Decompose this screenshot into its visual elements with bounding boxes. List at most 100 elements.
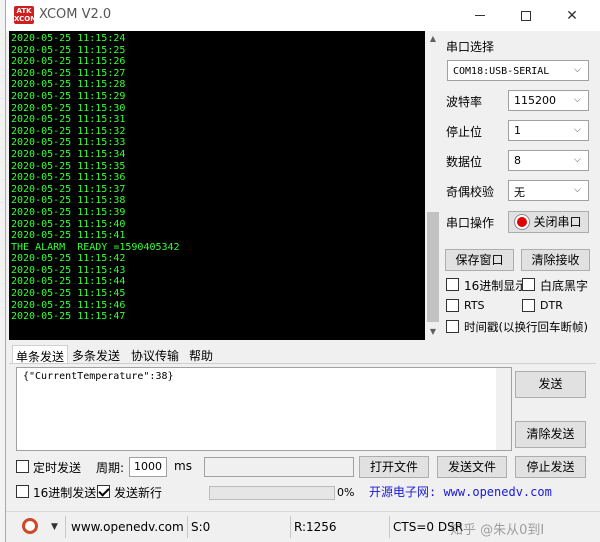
scroll-down-icon[interactable]: ▼	[425, 324, 441, 340]
send-button[interactable]: 发送	[515, 371, 586, 398]
receive-line: 2020-05-25 11:15:32	[11, 125, 126, 137]
stop-send-button[interactable]: 停止发送	[515, 456, 586, 478]
receive-line: 2020-05-25 11:15:46	[11, 299, 126, 311]
status-url[interactable]: www.openedv.com	[71, 516, 184, 538]
chevron-down-icon: ⌵	[574, 185, 581, 195]
close-port-button[interactable]: 关闭串口	[508, 211, 589, 233]
receive-line: 2020-05-25 11:15:42	[11, 253, 126, 265]
receive-line: 2020-05-25 11:15:35	[11, 160, 126, 172]
tab-help[interactable]: 帮助	[186, 345, 226, 364]
status-bar: ▼ www.openedv.com S:0 R:1256 CTS=0 DSR 知…	[6, 511, 600, 542]
hex-send-label: 16进制发送	[33, 486, 97, 500]
rts-checkbox[interactable]	[446, 299, 459, 312]
send-file-button[interactable]: 发送文件	[437, 456, 507, 478]
timestamp-checkbox[interactable]	[446, 320, 459, 333]
hex-send-checkbox[interactable]	[16, 485, 29, 498]
logo-line-1: ATK	[16, 7, 32, 15]
white-background-checkbox[interactable]	[522, 278, 535, 291]
white-background-label: 白底黑字	[540, 279, 589, 293]
tab-single-send[interactable]: 单条发送	[12, 345, 68, 364]
maximize-icon	[521, 10, 531, 21]
status-received-count: R:1256	[294, 520, 337, 534]
data-bits-value: 8	[514, 154, 521, 167]
baud-label: 波特率	[446, 95, 483, 109]
period-unit: ms	[174, 459, 192, 473]
port-select-label: 串口选择	[446, 40, 495, 54]
receive-line: 2020-05-25 11:15:40	[11, 218, 126, 230]
receive-line: 2020-05-25 11:15:29	[11, 90, 126, 102]
clear-receive-button[interactable]: 清除接收	[521, 249, 590, 271]
maximize-button[interactable]	[503, 0, 549, 31]
period-label: 周期:	[96, 461, 125, 475]
receive-line: 2020-05-25 11:15:25	[11, 44, 126, 56]
baud-value: 115200	[514, 94, 556, 107]
clear-send-button[interactable]: 清除发送	[515, 421, 586, 448]
progress-percent: 0%	[337, 486, 355, 499]
receive-line: 2020-05-25 11:15:38	[11, 195, 126, 207]
scroll-thumb[interactable]	[427, 212, 439, 322]
tab-protocol[interactable]: 协议传输	[128, 345, 184, 364]
send-progress-bar	[209, 486, 335, 500]
status-separator	[187, 516, 188, 538]
status-separator	[389, 516, 390, 538]
hex-display-checkbox[interactable]	[446, 278, 459, 291]
receive-area[interactable]: 2020-05-25 11:15:24 2020-05-25 11:15:25 20…	[9, 31, 425, 340]
dropdown-arrow-icon[interactable]: ▼	[51, 516, 58, 538]
parity-label: 奇偶校验	[446, 185, 495, 199]
send-newline-checkbox[interactable]	[97, 485, 110, 498]
file-path-field[interactable]	[204, 457, 354, 477]
xcom-window: ATK XCOM XCOM V2.0 ✕ 2020-05-25 11:15:24…	[5, 0, 600, 542]
brand-link[interactable]: 开源电子网: www.openedv.com	[369, 483, 552, 500]
chevron-down-icon: ⌵	[574, 125, 581, 135]
port-status-icon	[515, 215, 529, 229]
logo-line-2: XCOM	[14, 15, 38, 23]
port-value: COM18:USB-SERIAL	[453, 66, 550, 77]
stop-bits-select[interactable]: 1 ⌵	[508, 120, 589, 141]
hex-display-label: 16进制显示	[464, 279, 528, 293]
close-window-button[interactable]: ✕	[549, 0, 595, 31]
send-input[interactable]: {"CurrentTemperature":38}	[16, 367, 512, 451]
receive-line: 2020-05-25 11:15:43	[11, 264, 126, 276]
parity-select[interactable]: 无 ⌵	[508, 180, 589, 201]
stop-bits-value: 1	[514, 124, 521, 137]
scroll-up-icon[interactable]: ▲	[425, 31, 441, 47]
dtr-label: DTR	[540, 299, 563, 312]
status-separator	[65, 516, 66, 538]
send-scrollbar[interactable]	[496, 368, 511, 450]
receive-line: 2020-05-25 11:15:47	[11, 311, 126, 323]
timestamp-label: 时间戳(以换行回车断帧)	[464, 320, 588, 334]
parity-value: 无	[514, 186, 525, 199]
data-bits-select[interactable]: 8 ⌵	[508, 150, 589, 171]
receive-line: 2020-05-25 11:15:45	[11, 288, 126, 300]
period-input[interactable]: 1000	[129, 457, 167, 477]
timed-send-checkbox[interactable]	[16, 460, 29, 473]
save-window-button[interactable]: 保存窗口	[445, 249, 514, 271]
receive-line: 2020-05-25 11:15:24	[11, 33, 126, 44]
port-operation-label: 串口操作	[446, 216, 495, 230]
receive-line: 2020-05-25 11:15:36	[11, 172, 126, 184]
tab-divider	[9, 363, 596, 364]
rts-label: RTS	[464, 299, 485, 312]
receive-line: THE ALARM READY =1590405342	[11, 241, 180, 253]
receive-line: 2020-05-25 11:15:39	[11, 206, 126, 218]
receive-line: 2020-05-25 11:15:34	[11, 148, 126, 160]
window-title: XCOM V2.0	[39, 7, 112, 22]
open-file-button[interactable]: 打开文件	[359, 456, 429, 478]
settings-gear-icon[interactable]	[22, 518, 38, 534]
app-logo: ATK XCOM	[14, 6, 38, 24]
receive-line: 2020-05-25 11:15:37	[11, 183, 126, 195]
receive-scrollbar[interactable]: ▲ ▼	[425, 31, 441, 340]
receive-line: 2020-05-25 11:15:33	[11, 137, 126, 149]
minimize-icon	[475, 15, 485, 16]
close-icon: ✕	[566, 7, 578, 24]
port-select[interactable]: COM18:USB-SERIAL ⌵	[447, 60, 589, 81]
receive-line: 2020-05-25 11:15:41	[11, 230, 126, 242]
baud-select[interactable]: 115200 ⌵	[508, 90, 589, 111]
watermark: 知乎 @朱从0到I	[450, 523, 545, 538]
receive-line: 2020-05-25 11:15:31	[11, 114, 126, 126]
data-bits-label: 数据位	[446, 155, 483, 169]
title-bar: ATK XCOM XCOM V2.0 ✕	[6, 0, 600, 31]
dtr-checkbox[interactable]	[522, 299, 535, 312]
minimize-button[interactable]	[457, 0, 503, 31]
tab-multi-send[interactable]: 多条发送	[69, 345, 126, 364]
